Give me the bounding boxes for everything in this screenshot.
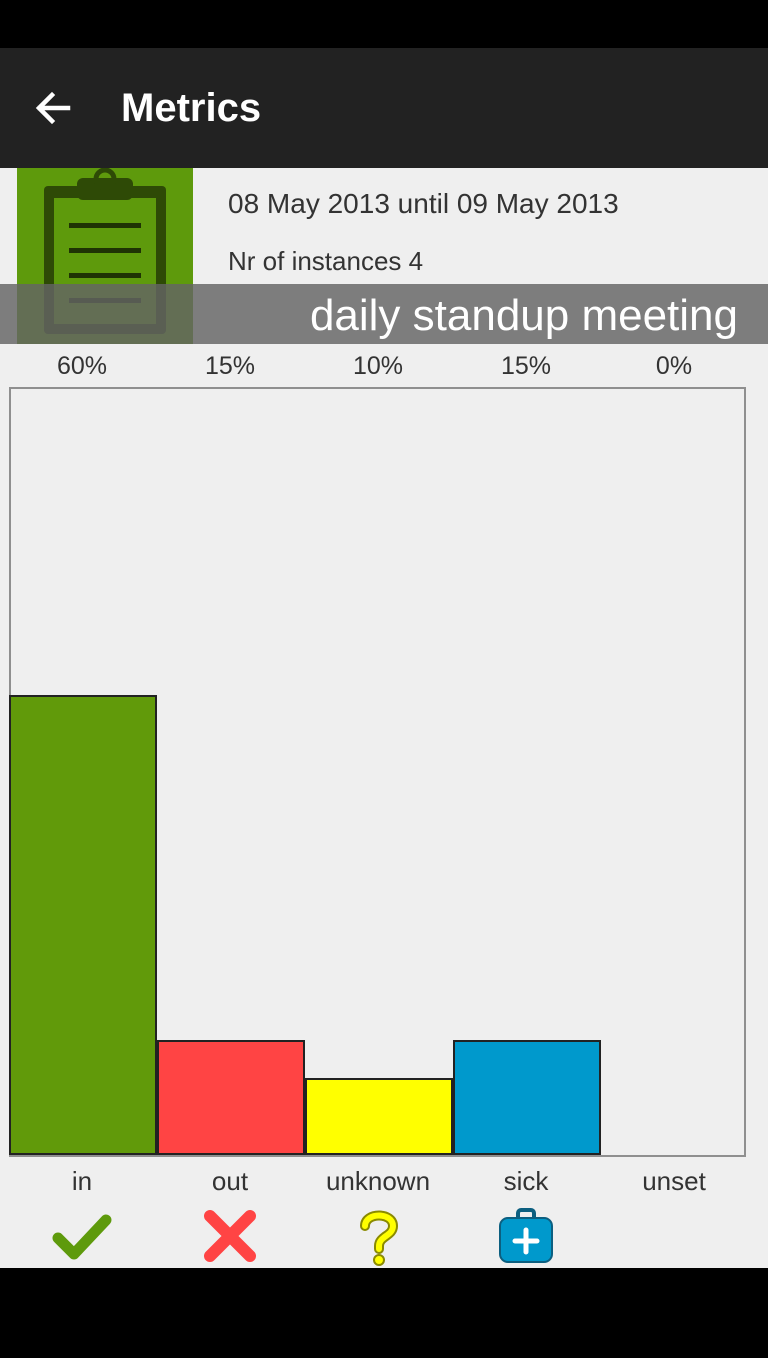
percent-label-unknown: 10% (352, 352, 404, 380)
attendance-chart (9, 387, 746, 1157)
category-label-in: in (71, 1166, 93, 1196)
percent-label-unset: 0% (655, 352, 693, 380)
category-label-unset: unset (642, 1166, 706, 1196)
category-label-sick: sick (503, 1166, 549, 1196)
date-range: 08 May 2013 until 09 May 2013 (228, 188, 619, 219)
status-bar (0, 0, 768, 48)
medical-bag-icon (494, 1204, 558, 1268)
meeting-header: 08 May 2013 until 09 May 2013 Nr of inst… (0, 167, 768, 344)
category-label-unknown: unknown (325, 1166, 431, 1196)
check-icon (50, 1204, 114, 1268)
meeting-name-strip: daily standup meeting (0, 284, 768, 344)
bar-unknown (305, 1078, 453, 1155)
instance-count: Nr of instances 4 (228, 246, 424, 276)
arrow-left-icon (35, 91, 71, 125)
navigation-bar (0, 1268, 768, 1358)
category-label-out: out (211, 1166, 249, 1196)
bar-sick (453, 1040, 601, 1155)
bar-out (157, 1040, 305, 1155)
percent-label-out: 15% (204, 352, 256, 380)
page-title: Metrics (121, 86, 262, 130)
meeting-name: daily standup meeting (309, 291, 738, 340)
question-icon (346, 1204, 410, 1268)
metrics-content: 08 May 2013 until 09 May 2013 Nr of inst… (0, 167, 768, 1268)
app-bar: Metrics (0, 48, 768, 168)
percent-label-sick: 15% (500, 352, 552, 380)
bar-in (9, 695, 157, 1155)
percent-label-in: 60% (56, 352, 108, 380)
back-button[interactable] (24, 78, 80, 138)
cross-icon (198, 1204, 262, 1268)
